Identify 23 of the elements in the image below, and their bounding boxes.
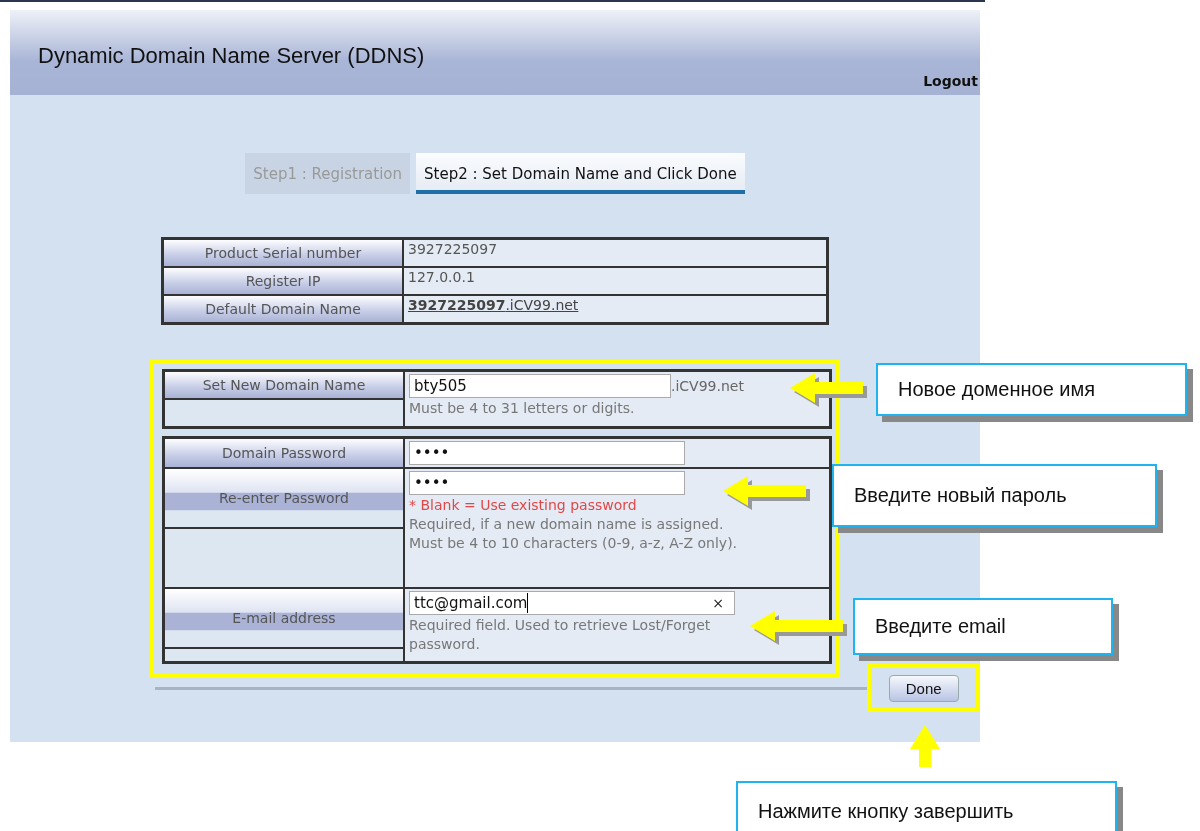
table-cell: Register IP (163, 267, 403, 295)
input-field[interactable]: ttc@gmail.com × (409, 591, 735, 615)
done-button[interactable]: Done (888, 674, 959, 702)
logout-link[interactable]: Logout (923, 73, 978, 89)
input-field[interactable]: •••• (409, 471, 685, 495)
table-cell: 3927225097 (408, 241, 498, 257)
table-cell: Set New Domain Name (164, 371, 404, 399)
clear-icon[interactable]: × (712, 595, 730, 611)
table-cell: E-mail address (164, 588, 404, 648)
table-cell: 127.0.0.1 (408, 269, 475, 285)
input-field[interactable]: bty505 (409, 374, 671, 398)
table-cell: Domain Password (164, 438, 404, 468)
step-tab[interactable]: Step2 : Set Domain Name and Click Done (416, 153, 745, 194)
domain-suffix: .iCV99.net (671, 378, 744, 394)
hint-text: Must be 4 to 31 letters or digits. (409, 399, 635, 418)
page-title: Dynamic Domain Name Server (DDNS) (38, 43, 425, 69)
table-cell: Product Serial number (163, 239, 403, 267)
table-cell: Default Domain Name (163, 295, 403, 323)
warning-text: * Blank = Use existing password (409, 496, 637, 515)
input-field[interactable]: •••• (409, 441, 685, 465)
table-cell: Re-enter Password (164, 468, 404, 528)
hint-text: Required field. Used to retrieve Lost/Forget password. (409, 616, 712, 654)
hint-text: Required, if a new domain name is assigned. Must be 4 to 10 characters (0-9, a-z, A-Z only). (409, 515, 739, 553)
